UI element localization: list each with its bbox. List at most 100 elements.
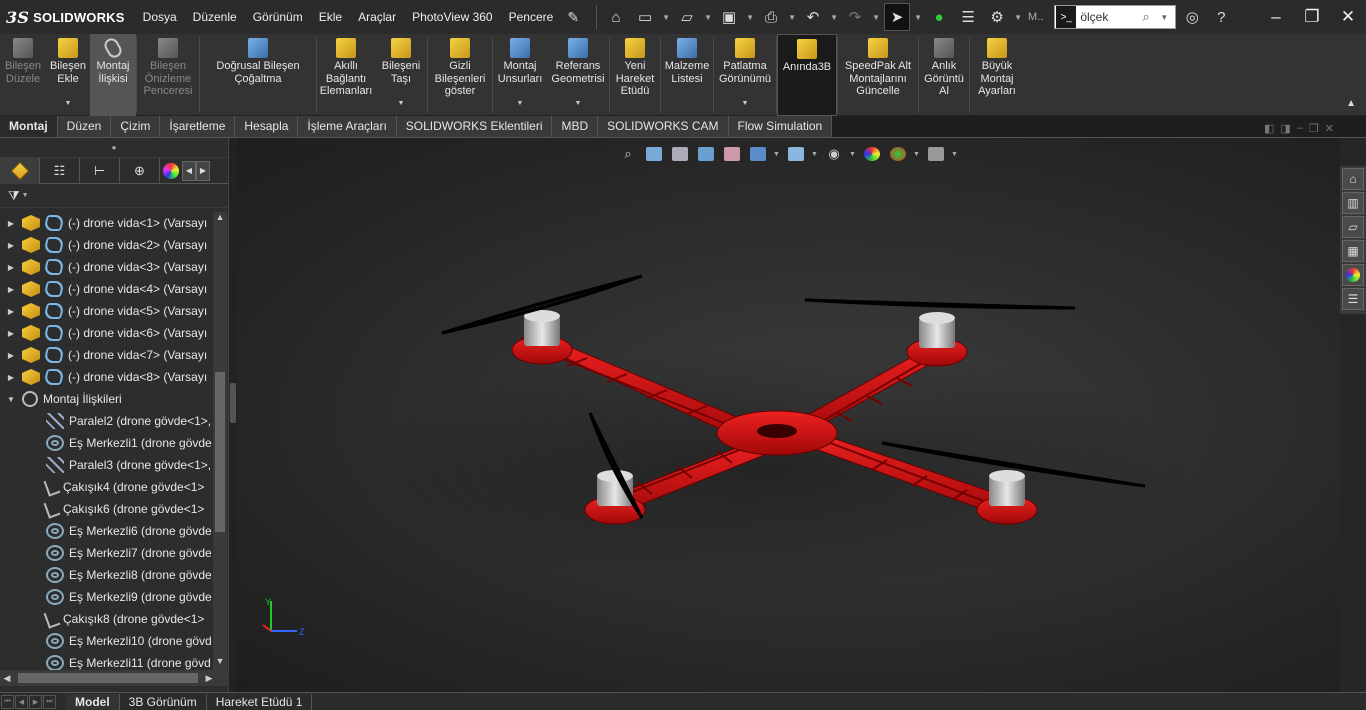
chevron-down-icon[interactable]: ▼ bbox=[745, 13, 755, 22]
chevron-down-icon[interactable]: ▼ bbox=[517, 98, 524, 111]
tree-horizontal-scrollbar[interactable]: ◀ ▶ bbox=[0, 670, 229, 686]
chevron-down-icon[interactable]: ▼ bbox=[703, 13, 713, 22]
view-palette-icon[interactable]: ▦ bbox=[1342, 240, 1364, 262]
tab-configuration-manager[interactable]: ⊢ bbox=[80, 157, 120, 184]
file-explorer-icon[interactable]: ▱ bbox=[1342, 216, 1364, 238]
ribbon-button-8[interactable]: Montaj Unsurları ▼ bbox=[493, 34, 547, 116]
tree-filter[interactable]: ⧩ ▼ bbox=[0, 184, 228, 208]
tree-item-mate[interactable]: Eş Merkezli1 (drone gövde bbox=[0, 432, 213, 454]
tree-item-component[interactable]: ▶ (-) drone vida<8> (Varsayı bbox=[0, 366, 213, 388]
tree-item-mate[interactable]: Eş Merkezli6 (drone gövde bbox=[0, 520, 213, 542]
tree-item-component[interactable]: ▶ (-) drone vida<4> (Varsayı bbox=[0, 278, 213, 300]
menu-ekle[interactable]: Ekle bbox=[311, 0, 350, 34]
solidworks-logo[interactable]: 3S SOLIDWORKS bbox=[0, 8, 135, 27]
tab-5[interactable]: İşleme Araçları bbox=[298, 116, 397, 137]
tab-3[interactable]: İşaretleme bbox=[160, 116, 236, 137]
solidworks-resources-icon[interactable]: ⌂ bbox=[1342, 168, 1364, 190]
menu-araclar[interactable]: Araçlar bbox=[350, 0, 404, 34]
panel-grip-icon[interactable]: ● bbox=[0, 138, 228, 158]
scroll-thumb[interactable] bbox=[18, 673, 198, 683]
minimize-icon[interactable]: – bbox=[1258, 0, 1294, 34]
tree-item-component[interactable]: ▶ (-) drone vida<5> (Varsayı bbox=[0, 300, 213, 322]
menu-dosya[interactable]: Dosya bbox=[135, 0, 185, 34]
expand-arrow-icon[interactable]: ▶ bbox=[0, 263, 22, 272]
open-folder-icon[interactable]: ▱ bbox=[674, 4, 700, 30]
custom-properties-icon[interactable]: ☰ bbox=[1342, 288, 1364, 310]
panel-tab-prev[interactable]: ◀ bbox=[182, 160, 196, 181]
panel-splitter[interactable] bbox=[229, 138, 237, 692]
expand-arrow-icon[interactable]: ▶ bbox=[0, 241, 22, 250]
ribbon-button-16[interactable]: Büyük Montaj Ayarları bbox=[970, 34, 1024, 116]
viewport-next-icon[interactable]: ◨ bbox=[1280, 122, 1290, 135]
tab-7[interactable]: MBD bbox=[552, 116, 599, 137]
scroll-down-icon[interactable]: ▼ bbox=[213, 656, 227, 670]
first-tab-icon[interactable]: ⏮ bbox=[1, 694, 14, 709]
design-library-icon[interactable]: ▥ bbox=[1342, 192, 1364, 214]
help-icon[interactable]: ? bbox=[1208, 4, 1234, 30]
chevron-down-icon[interactable]: ▼ bbox=[742, 98, 749, 111]
expand-arrow-icon[interactable]: ▶ bbox=[0, 285, 22, 294]
ribbon-button-11[interactable]: Malzeme Listesi bbox=[661, 34, 713, 116]
chevron-down-icon[interactable]: ▼ bbox=[913, 13, 923, 22]
tab-dimxpert-manager[interactable]: ⊕ bbox=[120, 157, 160, 184]
tree-item-mate[interactable]: Eş Merkezli7 (drone gövde bbox=[0, 542, 213, 564]
tab-display-manager[interactable] bbox=[160, 158, 182, 184]
collapse-arrow-icon[interactable]: ▼ bbox=[0, 395, 22, 404]
menu-photoview[interactable]: PhotoView 360 bbox=[404, 0, 501, 34]
tab-8[interactable]: SOLIDWORKS CAM bbox=[598, 116, 729, 137]
restore-icon[interactable]: ❐ bbox=[1294, 0, 1330, 34]
scroll-right-icon[interactable]: ▶ bbox=[202, 673, 216, 684]
tree-vertical-scrollbar[interactable]: ▲ ▼ bbox=[213, 212, 227, 670]
tree-item-component[interactable]: ▶ (-) drone vida<7> (Varsayı bbox=[0, 344, 213, 366]
more-commands[interactable]: M.. bbox=[1026, 11, 1045, 23]
tab-feature-manager[interactable] bbox=[0, 157, 40, 184]
ribbon-button-3[interactable]: Bileşen Önizleme Penceresi bbox=[137, 34, 199, 116]
tree-item-mates-folder[interactable]: ▼ Montaj İlişkileri bbox=[0, 388, 213, 410]
expand-arrow-icon[interactable]: ▶ bbox=[0, 373, 22, 382]
options-gear-icon[interactable]: ⚙ bbox=[984, 4, 1010, 30]
tab-0[interactable]: Montaj bbox=[0, 116, 58, 137]
home-icon[interactable]: ⌂ bbox=[603, 4, 629, 30]
tree-item-mate[interactable]: Eş Merkezli11 (drone gövd bbox=[0, 652, 213, 670]
chevron-down-icon[interactable]: ▼ bbox=[829, 13, 839, 22]
save-icon[interactable]: ▣ bbox=[716, 4, 742, 30]
chevron-down-icon[interactable]: ▼ bbox=[65, 98, 72, 111]
chevron-down-icon[interactable]: ▼ bbox=[1160, 13, 1168, 22]
tree-item-component[interactable]: ▶ (-) drone vida<1> (Varsayı bbox=[0, 212, 213, 234]
new-document-icon[interactable]: ▭ bbox=[632, 4, 658, 30]
user-account-icon[interactable]: ◎ bbox=[1179, 4, 1205, 30]
chevron-down-icon[interactable]: ▼ bbox=[22, 192, 29, 199]
search-icon[interactable]: ⌕ bbox=[1142, 9, 1160, 25]
scroll-up-icon[interactable]: ▲ bbox=[213, 212, 227, 226]
chevron-down-icon[interactable]: ▼ bbox=[1013, 13, 1023, 22]
propeller-back-right[interactable] bbox=[804, 298, 1076, 310]
chevron-down-icon[interactable]: ▼ bbox=[575, 98, 582, 111]
viewport-minimize-icon[interactable]: – bbox=[1297, 122, 1303, 135]
tab-property-manager[interactable]: ☷ bbox=[40, 157, 80, 184]
tab-6[interactable]: SOLIDWORKS Eklentileri bbox=[396, 116, 553, 137]
search-input[interactable] bbox=[1076, 7, 1143, 27]
ribbon-button-0[interactable]: Bileşen Düzele bbox=[0, 34, 46, 116]
menu-duzenle[interactable]: Düzenle bbox=[185, 0, 245, 34]
ribbon-button-13[interactable]: Anında3B bbox=[777, 34, 837, 116]
ribbon-button-5[interactable]: Akıllı Bağlantı Elemanları bbox=[317, 34, 375, 116]
rebuild-traffic-light-icon[interactable]: ● bbox=[926, 4, 952, 30]
tab-3d-views[interactable]: 3B Görünüm bbox=[120, 693, 207, 710]
ribbon-button-9[interactable]: Referans Geometrisi ▼ bbox=[547, 34, 609, 116]
graphics-area[interactable]: ◧ ◨ – ❐ ✕ ⌕ ▼ ▼ ◉ ▼ ▼ ▼ Y Z bbox=[237, 122, 1340, 692]
tree-item-mate[interactable]: Eş Merkezli8 (drone gövde bbox=[0, 564, 213, 586]
panel-tab-next[interactable]: ▶ bbox=[196, 160, 210, 181]
chevron-down-icon[interactable]: ▼ bbox=[398, 98, 405, 111]
ribbon-button-15[interactable]: Anlık Görüntü Al bbox=[919, 34, 969, 116]
chevron-down-icon[interactable]: ▼ bbox=[871, 13, 881, 22]
menu-pencere[interactable]: Pencere bbox=[501, 0, 562, 34]
scroll-thumb[interactable] bbox=[215, 372, 225, 532]
filter-icon[interactable]: ⧩ bbox=[8, 188, 20, 204]
tab-4[interactable]: Hesapla bbox=[235, 116, 299, 137]
expand-arrow-icon[interactable]: ▶ bbox=[0, 307, 22, 316]
tree-item-mate[interactable]: Paralel2 (drone gövde<1>, bbox=[0, 410, 213, 432]
ribbon-button-7[interactable]: Gizli Bileşenleri göster bbox=[428, 34, 492, 116]
tree-item-component[interactable]: ▶ (-) drone vida<2> (Varsayı bbox=[0, 234, 213, 256]
scroll-left-icon[interactable]: ◀ bbox=[0, 673, 14, 684]
ribbon-button-4[interactable]: Doğrusal Bileşen Çoğaltma bbox=[200, 34, 316, 116]
